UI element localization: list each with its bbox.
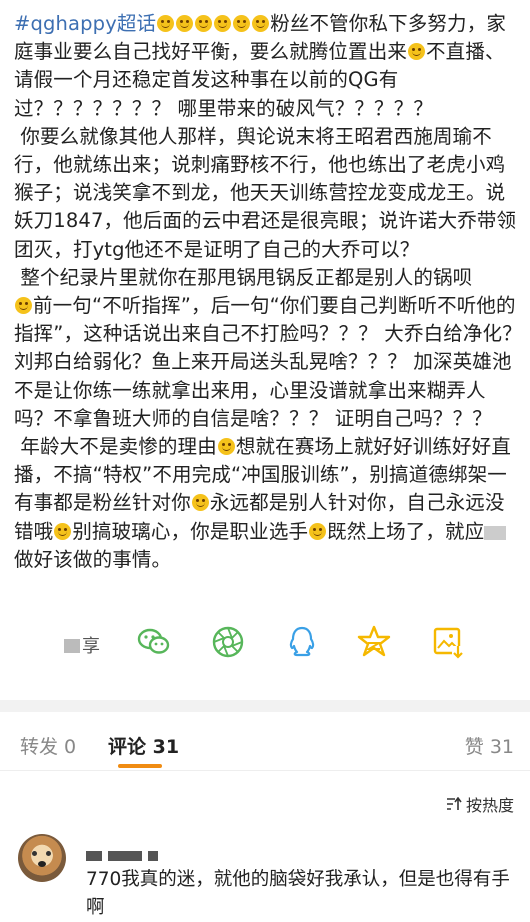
- save-image-icon[interactable]: [430, 624, 466, 660]
- redacted-block: [64, 639, 80, 653]
- smile-emoji-icon: [15, 297, 32, 315]
- avatar[interactable]: [18, 834, 66, 882]
- smile-emoji-icon: [408, 43, 426, 61]
- post-paragraph-1: #qghappy超话 粉丝不管你私下多努力，家庭事业要么自己找好平衡，要么就腾位置…: [14, 10, 522, 123]
- moments-icon[interactable]: [210, 624, 246, 660]
- wechat-icon[interactable]: [136, 624, 172, 660]
- active-tab-indicator: [118, 764, 162, 768]
- smile-emoji-icon: [157, 15, 175, 32]
- post-text: 别搞玻璃心，你是职业选手: [72, 519, 309, 543]
- share-label-text: 享: [82, 636, 100, 657]
- topic-tag-link[interactable]: #qghappy超话: [14, 12, 156, 35]
- section-separator: [0, 700, 530, 712]
- comment-text: 770我真的迷，就他的脑袋好我承认，但是也得有手啊: [86, 869, 510, 918]
- sort-icon: [446, 796, 462, 815]
- qq-icon[interactable]: [284, 624, 320, 660]
- post-text: 你要么就像其他人那样，舆论说末将王昭君西施周瑜不行，他就练出来；说刺痛野核不行，…: [14, 124, 517, 261]
- qzone-icon[interactable]: [356, 624, 392, 660]
- smile-emoji-icon: [217, 438, 235, 456]
- tab-comments[interactable]: 评论 31: [108, 732, 179, 759]
- post-text: 既然上场了，就应: [327, 519, 485, 543]
- redacted-username[interactable]: [86, 846, 164, 865]
- post-paragraph-3: 整个纪录片里就你在那甩锅甩锅反正都是别人的锅呗前一句“不听指挥”，后一句“你们要…: [14, 264, 522, 433]
- post-text: 整个纪录片里就你在那甩锅甩锅反正都是别人的锅呗: [20, 265, 473, 289]
- divider: [0, 770, 530, 771]
- smile-emoji-icon: [233, 15, 251, 32]
- smile-emoji-icon: [195, 15, 213, 32]
- smile-emoji-icon: [214, 15, 232, 32]
- share-bar: 享: [0, 620, 530, 666]
- tab-likes[interactable]: 赞 31: [465, 732, 514, 759]
- redacted-block: [484, 525, 507, 540]
- comment-item: 770我真的迷，就他的脑袋好我承认，但是也得有手啊: [0, 834, 530, 918]
- share-label[interactable]: 享: [64, 632, 100, 658]
- interaction-tabs: 转发 0 评论 31 赞 31: [0, 722, 530, 768]
- post-paragraph-2: 你要么就像其他人那样，舆论说末将王昭君西施周瑜不行，他就练出来；说刺痛野核不行，…: [14, 123, 522, 264]
- smile-emoji-icon: [252, 15, 270, 32]
- smile-emoji-icon: [191, 494, 209, 512]
- smile-emoji-icon: [309, 522, 327, 540]
- post-body: #qghappy超话 粉丝不管你私下多努力，家庭事业要么自己找好平衡，要么就腾位置…: [14, 10, 522, 574]
- post-paragraph-4: 年龄大不是卖惨的理由 想就在赛场上就好好训练好好直播，不搞“特权”不用完成“冲国服…: [14, 433, 522, 574]
- sort-by-hot-button[interactable]: 按热度: [446, 792, 514, 816]
- sort-label: 按热度: [465, 796, 514, 815]
- post-text: 做好该做的事情。: [14, 547, 172, 571]
- post-text: 前一句“不听指挥”，后一句“你们要自己判断听不听他的指挥”，这种话说出来自己不打…: [14, 294, 522, 430]
- smile-emoji-icon: [176, 15, 194, 32]
- smile-emoji-icon: [54, 522, 72, 540]
- post-text: 年龄大不是卖惨的理由: [20, 435, 217, 459]
- tab-repost[interactable]: 转发 0: [20, 732, 76, 759]
